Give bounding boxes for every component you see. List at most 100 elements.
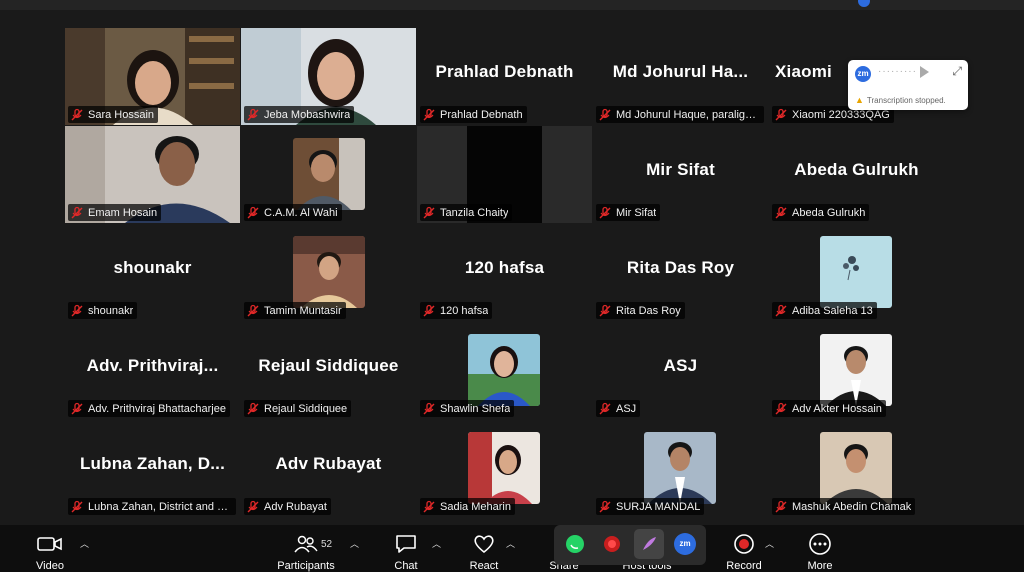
name-label: shounakr [68,302,138,319]
transcription-status: ▲ Transcription stopped. [855,95,946,105]
heart-icon [473,529,495,558]
participant-video [820,334,892,406]
chat-bubble-icon [395,529,417,558]
mic-muted-icon [246,206,260,220]
participant-video [644,432,716,504]
chat-options-chevron-icon[interactable]: ︿ [432,537,442,549]
more-button[interactable]: More [802,525,838,572]
mic-muted-icon [70,108,84,122]
mic-muted-icon [246,304,260,318]
more-icon [808,529,832,558]
meeting-toolbar: Video ︿ Participants 52 ︿ Chat ︿ React ︿… [0,525,1024,572]
mic-muted-icon [598,500,612,514]
name-label: Shawlin Shefa [420,400,515,417]
name-label: Jeba Mobashwira [244,106,355,123]
participants-options-chevron-icon[interactable]: ︿ [350,537,360,549]
participant-tile[interactable]: Rejaul Siddiquee Rejaul Siddiquee [241,322,416,419]
participant-tile[interactable]: Emam Hosain [65,126,240,223]
mic-muted-icon [774,206,788,220]
chat-button[interactable]: Chat [390,525,422,572]
mic-muted-icon [70,402,84,416]
name-label: Prahlad Debnath [420,106,527,123]
mic-muted-icon [246,500,260,514]
participant-tile[interactable]: Mashuk Abedin Chamak [769,420,944,517]
participant-tile[interactable]: Adv Akter Hossain [769,322,944,419]
record-button[interactable]: Record [724,525,764,572]
mic-muted-icon [70,500,84,514]
mic-muted-icon [774,402,788,416]
mic-muted-icon [422,402,436,416]
mic-muted-icon [774,108,788,122]
video-button[interactable]: Video [30,525,70,572]
mic-muted-icon [422,500,436,514]
participant-tile[interactable]: Jeba Mobashwira [241,28,416,125]
mic-muted-icon [422,206,436,220]
react-options-chevron-icon[interactable]: ︿ [506,537,516,549]
record-dot-icon[interactable] [601,533,623,555]
participant-video [820,236,892,308]
participant-tile[interactable]: Abeda Gulrukh Abeda Gulrukh [769,126,944,223]
mic-muted-icon [598,304,612,318]
mic-muted-icon [598,402,612,416]
mic-muted-icon [598,206,612,220]
mic-muted-icon [774,304,788,318]
name-label: Rita Das Roy [596,302,685,319]
participant-video [293,236,365,308]
participant-tile[interactable]: Rita Das Roy Rita Das Roy [593,224,768,321]
name-label: Mashuk Abedin Chamak [772,498,916,515]
whatsapp-icon[interactable] [564,533,586,555]
pen-tool-icon[interactable] [634,529,664,559]
participant-tile[interactable]: Sadia Meharin [417,420,592,517]
participant-tile[interactable]: ASJ ASJ [593,322,768,419]
name-label: SURJA MANDAL [596,498,705,515]
name-label: Emam Hosain [68,204,162,221]
name-label: Mir Sifat [596,204,661,221]
participant-tile[interactable]: SURJA MANDAL [593,420,768,517]
participant-tile[interactable]: Md Johurul Ha... Md Johurul Haque, paral… [593,28,768,125]
name-label: Md Johurul Haque, paraligal... [596,106,764,123]
zoom-app-icon[interactable]: zm [674,533,696,555]
participant-tile[interactable]: Tamim Muntasir [241,224,416,321]
play-icon[interactable] [920,66,929,78]
mic-muted-icon [246,108,260,122]
participant-tile[interactable]: Lubna Zahan, D... Lubna Zahan, District … [65,420,240,517]
mic-muted-icon [70,304,84,318]
mic-muted-icon [246,402,260,416]
participant-tile[interactable]: Mir Sifat Mir Sifat [593,126,768,223]
participant-video [468,334,540,406]
name-label: Abeda Gulrukh [772,204,870,221]
name-label: ASJ [596,400,641,417]
audio-wave: ········· [878,66,917,77]
mic-muted-icon [70,206,84,220]
name-label: Lubna Zahan, District and S... [68,498,236,515]
name-label: Rejaul Siddiquee [244,400,352,417]
participant-tile[interactable]: shounakr shounakr [65,224,240,321]
record-icon [733,529,755,558]
participant-tile[interactable]: Shawlin Shefa [417,322,592,419]
zoom-logo-icon: zm [855,66,871,82]
participants-count: 52 [321,539,333,550]
video-camera-icon [37,529,63,558]
mic-muted-icon [774,500,788,514]
name-label: Adv. Prithviraj Bhattacharjee [68,400,230,417]
expand-icon[interactable]: ⤢ [952,64,962,79]
record-options-chevron-icon[interactable]: ︿ [765,537,775,549]
participant-video [293,138,365,210]
participant-video [820,432,892,504]
participant-tile[interactable]: 120 hafsa 120 hafsa [417,224,592,321]
participant-tile[interactable]: Adv. Prithviraj... Adv. Prithviraj Bhatt… [65,322,240,419]
name-label: Tamim Muntasir [244,302,346,319]
name-label: Sara Hossain [68,106,159,123]
participant-tile[interactable]: Tanzila Chaity [417,126,592,223]
transcription-popup[interactable]: zm ········· ⤢ ▲ Transcription stopped. [848,60,968,110]
participant-tile[interactable]: C.A.M. Al Wahi [241,126,416,223]
participant-tile[interactable]: Prahlad Debnath Prahlad Debnath [417,28,592,125]
warning-icon: ▲ [855,95,864,105]
participant-tile[interactable]: Sara Hossain [65,28,240,125]
react-button[interactable]: React [466,525,502,572]
video-options-chevron-icon[interactable]: ︿ [80,537,90,549]
mic-muted-icon [422,108,436,122]
participant-tile[interactable]: Adiba Saleha 13 [769,224,944,321]
app-shortcut-bar: zm [554,525,706,565]
participant-tile[interactable]: Adv Rubayat Adv Rubayat [241,420,416,517]
